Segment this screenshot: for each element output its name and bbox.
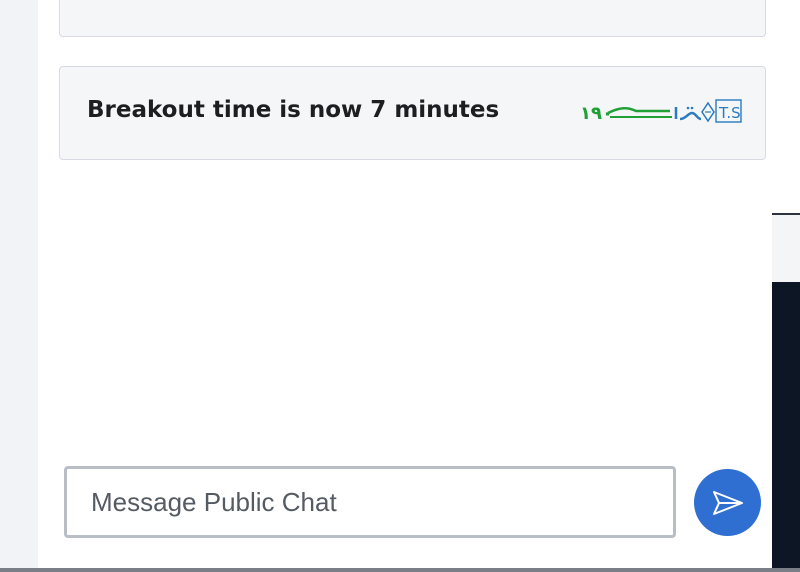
message-input[interactable]: [64, 466, 676, 538]
bottom-edge: [0, 568, 800, 572]
send-button[interactable]: [694, 469, 761, 536]
send-arrow-icon: [712, 490, 743, 515]
presentation-area: [772, 282, 800, 572]
chat-message-card: [59, 0, 766, 37]
right-panel-light: [772, 215, 800, 282]
svg-text:T.S: T.S: [718, 104, 741, 122]
chat-message-card: Breakout time is now 7 minutes ١٩٠ T.S: [59, 66, 766, 160]
tehran-logo-image: ١٩٠ T.S: [580, 99, 742, 124]
svg-text:١٩٠: ١٩٠: [580, 103, 613, 124]
left-sidebar-edge: [0, 0, 38, 572]
chat-message-text: Breakout time is now 7 minutes: [87, 97, 500, 123]
